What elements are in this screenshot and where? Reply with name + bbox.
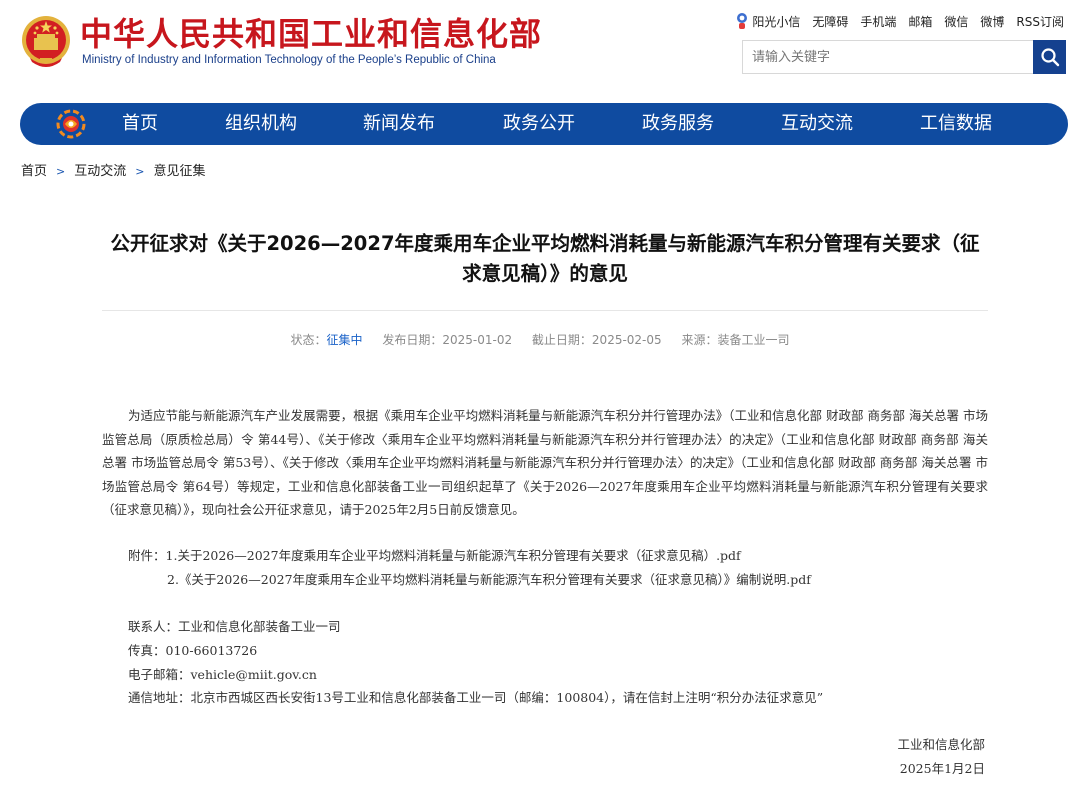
search-button[interactable] [1033,40,1066,74]
breadcrumb-interaction[interactable]: 互动交流 [74,164,126,179]
article-meta: 状态：征集中 发布日期：2025-01-02 截止日期：2025-02-05 来… [0,331,1080,348]
nav-item-interaction[interactable]: 互动交流 [781,103,853,145]
top-link-mail[interactable]: 邮箱 [908,13,932,30]
contact-email: 电子邮箱：vehicle@miit.gov.cn [128,667,317,682]
meta-source: 来源：装备工业一司 [681,333,790,347]
site-title-en[interactable]: Ministry of Industry and Information Tec… [82,52,496,68]
meta-status: 状态：征集中 [290,333,362,347]
attachment-row-2: 2.《关于2026—2027年度乘用车企业平均燃料消耗量与新能源汽车积分管理有关… [167,570,811,590]
nav-item-services[interactable]: 政务服务 [642,103,714,145]
article-paragraph: 为适应节能与新能源汽车产业发展需要，根据《乘用车企业平均燃料消耗量与新能源汽车积… [102,408,988,518]
attachments-label: 附件： [128,548,166,563]
top-link-wechat[interactable]: 微信 [944,13,968,30]
title-divider [102,310,988,311]
attachment-link-2[interactable]: 2.《关于2026—2027年度乘用车企业平均燃料消耗量与新能源汽车积分管理有关… [167,572,811,587]
contact-person: 联系人：工业和信息化部装备工业一司 [128,619,341,634]
breadcrumb: 首页 > 互动交流 > 意见征集 [21,160,205,179]
site-title-cn[interactable]: 中华人民共和国工业和信息化部 [80,14,542,54]
nav-item-organization[interactable]: 组织机构 [225,103,297,145]
meta-status-label: 状态： [290,333,327,347]
breadcrumb-home[interactable]: 首页 [21,164,47,179]
top-link-rss[interactable]: RSS订阅 [1016,13,1064,30]
main-nav: 首页 组织机构 新闻发布 政务公开 政务服务 互动交流 工信数据 [20,103,1068,145]
mascot-icon [737,13,748,29]
miit-logo-icon[interactable] [56,109,86,139]
signature-org: 工业和信息化部 [897,737,985,752]
nav-item-data[interactable]: 工信数据 [920,103,992,145]
top-link-weibo[interactable]: 微博 [980,13,1004,30]
top-link-mobile[interactable]: 手机端 [860,13,896,30]
breadcrumb-solicitation[interactable]: 意见征集 [153,164,205,179]
search-icon [1040,48,1059,67]
top-links: 阳光小信 无障碍 手机端 邮箱 微信 微博 RSS订阅 [735,12,1064,30]
status-badge: 征集中 [326,333,363,347]
search-input[interactable] [743,41,1033,73]
nav-item-government-affairs[interactable]: 政务公开 [503,103,575,145]
contact-fax: 传真：010-66013726 [128,643,258,658]
meta-publish-date: 发布日期：2025-01-02 [382,333,513,347]
search-box [742,40,1066,74]
nav-item-home[interactable]: 首页 [122,103,158,145]
signature-date: 2025年1月2日 [899,761,985,776]
site-header: 中华人民共和国工业和信息化部 Ministry of Industry and … [0,0,1080,100]
chevron-right-icon: > [56,165,66,178]
top-link-label: 阳光小信 [752,14,801,29]
meta-deadline: 截止日期：2025-02-05 [531,333,662,347]
top-link-sunshine[interactable]: 阳光小信 [735,12,800,30]
attachment-link-1[interactable]: 1.关于2026—2027年度乘用车企业平均燃料消耗量与新能源汽车积分管理有关要… [166,548,741,563]
contact-address: 通信地址：北京市西城区西长安街13号工业和信息化部装备工业一司（邮编：10080… [128,690,824,705]
top-link-accessibility[interactable]: 无障碍 [812,13,848,30]
chevron-right-icon: > [135,165,145,178]
attachment-row-1: 附件：1.关于2026—2027年度乘用车企业平均燃料消耗量与新能源汽车积分管理… [128,546,741,566]
national-emblem-icon[interactable] [20,14,72,70]
article-title: 公开征求对《关于2026—2027年度乘用车企业平均燃料消耗量与新能源汽车积分管… [110,232,980,285]
nav-item-news[interactable]: 新闻发布 [363,103,435,145]
